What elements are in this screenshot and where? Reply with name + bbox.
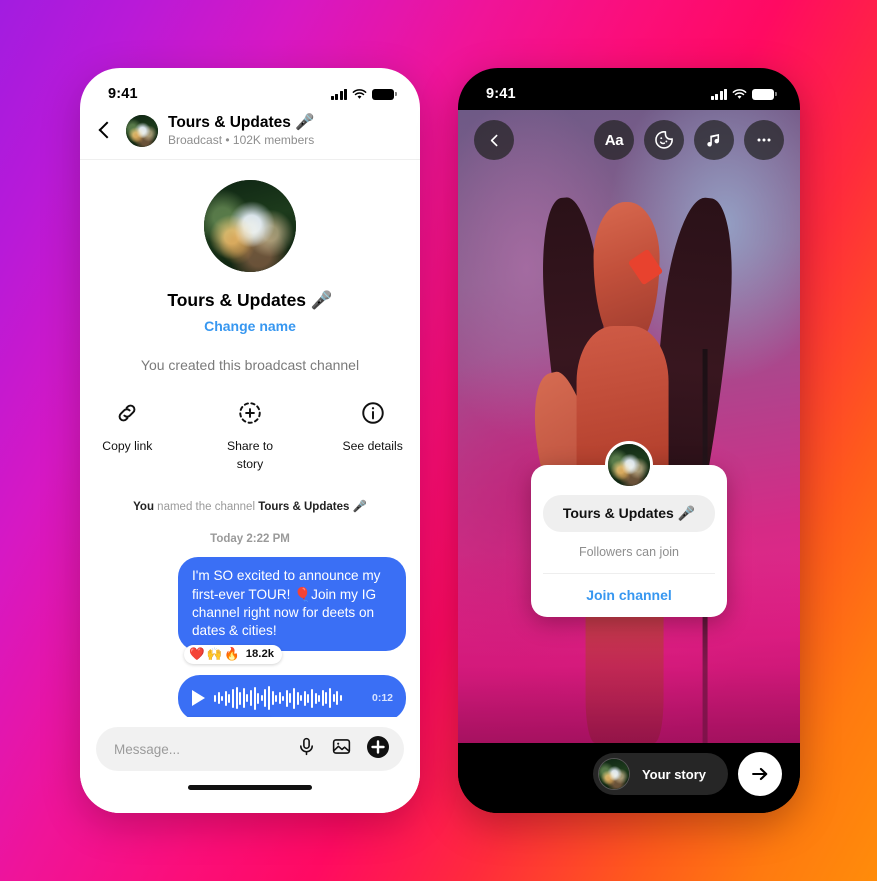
reaction-emoji: 🙌 [206, 647, 223, 662]
cellular-signal-icon [710, 88, 727, 100]
reaction-emoji: 🔥 [224, 647, 240, 662]
battery-icon [752, 88, 777, 100]
channel-avatar[interactable] [126, 114, 158, 147]
plus-icon[interactable] [366, 735, 390, 764]
share-to-story-label: Share to story [226, 439, 274, 472]
cellular-signal-icon [330, 88, 347, 100]
left-status-bar: 9:41 [80, 68, 420, 110]
photo-icon[interactable] [331, 736, 352, 762]
message-bubble-outgoing[interactable]: I'm SO excited to announce my first-ever… [178, 557, 406, 665]
join-card-subtitle: Followers can join [543, 532, 715, 574]
audio-duration: 0:12 [371, 692, 393, 705]
music-icon[interactable] [694, 120, 734, 160]
day-timestamp: Today 2:22 PM [210, 533, 290, 546]
text-tool-icon[interactable]: Aa [594, 120, 634, 160]
status-indicators [330, 88, 397, 100]
join-card-avatar [605, 441, 653, 489]
microphone-icon[interactable] [296, 736, 317, 762]
your-story-label: Your story [641, 766, 706, 782]
created-note: You created this broadcast channel [140, 357, 360, 374]
play-icon[interactable] [192, 690, 205, 707]
see-details-label: See details [342, 439, 403, 454]
composer-pill[interactable]: Message... [96, 727, 404, 771]
reaction-emoji: ❤️ [189, 647, 205, 662]
chat-subtitle: Broadcast • 102K members [168, 133, 315, 148]
right-phone-mockup: 9:41 Aa Tours & Updates 🎤 Followers can … [458, 68, 800, 813]
sticker-icon[interactable] [644, 120, 684, 160]
left-phone-mockup: 9:41 Tours & Updates 🎤 Broadcast • 102K … [80, 68, 420, 813]
system-message-middle: named the channel [153, 501, 259, 514]
channel-avatar-large[interactable] [204, 180, 296, 273]
system-message-channel: Tours & Updates 🎤 [258, 501, 367, 514]
join-card-channel-name: Tours & Updates 🎤 [543, 495, 715, 532]
message-composer: Message... [80, 717, 420, 813]
your-story-button[interactable]: Your story [592, 753, 728, 795]
text-tool-label: Aa [604, 131, 624, 149]
battery-icon [372, 88, 397, 100]
copy-link-label: Copy link [102, 439, 153, 454]
audio-waveform [214, 686, 363, 711]
add-to-story-icon [236, 399, 264, 427]
channel-actions: Copy link Share to story See details [94, 399, 406, 473]
message-input[interactable]: Message... [114, 742, 282, 757]
your-story-avatar [597, 758, 630, 790]
reaction-count: 18.2k [245, 648, 275, 661]
see-details-button[interactable]: See details [339, 399, 406, 473]
status-time: 9:41 [108, 86, 138, 102]
voice-message-bubble[interactable]: 0:12 😎 🖤 🤩 4.4k [178, 675, 406, 727]
message-row-text: I'm SO excited to announce my first-ever… [94, 557, 406, 665]
link-icon [113, 399, 141, 427]
more-options-icon[interactable] [744, 120, 784, 160]
info-icon [359, 399, 387, 427]
status-indicators [710, 88, 777, 100]
share-to-story-button[interactable]: Share to story [217, 399, 284, 473]
concert-photo [458, 110, 800, 743]
right-status-bar: 9:41 [458, 68, 800, 110]
copy-link-button[interactable]: Copy link [94, 399, 161, 473]
message-text: I'm SO excited to announce my first-ever… [192, 568, 381, 639]
reaction-pill[interactable]: ❤️ 🙌 🔥 18.2k [184, 645, 283, 665]
chat-title: Tours & Updates 🎤 [168, 114, 315, 131]
poster-canvas: 9:41 Tours & Updates 🎤 Broadcast • 102K … [0, 0, 877, 881]
system-message-actor: You [133, 501, 154, 514]
back-chevron-icon[interactable] [474, 120, 514, 160]
chat-body: Tours & Updates 🎤 Change name You create… [80, 160, 420, 727]
story-tool-group: Aa [594, 120, 784, 160]
wifi-icon [732, 88, 747, 99]
system-message: You named the channel Tours & Updates 🎤 [94, 499, 406, 513]
status-time: 9:41 [486, 86, 516, 102]
join-channel-button[interactable]: Join channel [543, 574, 715, 617]
chat-header: Tours & Updates 🎤 Broadcast • 102K membe… [80, 110, 420, 161]
channel-intro: Tours & Updates 🎤 Change name You create… [94, 160, 406, 373]
join-channel-card: Tours & Updates 🎤 Followers can join Joi… [531, 441, 727, 617]
message-row-audio: 0:12 😎 🖤 🤩 4.4k [94, 675, 406, 727]
story-toolbar: Aa [458, 120, 800, 160]
change-name-link[interactable]: Change name [94, 318, 406, 334]
send-button[interactable] [738, 752, 782, 796]
arrow-right-icon [752, 767, 768, 781]
channel-name: Tours & Updates 🎤 [167, 290, 333, 311]
home-indicator [188, 785, 312, 790]
story-viewer: Aa Tours & Updates 🎤 Followers can join … [458, 110, 800, 743]
wifi-icon [352, 88, 367, 99]
back-chevron-icon[interactable] [94, 120, 116, 142]
chat-header-text: Tours & Updates 🎤 Broadcast • 102K membe… [168, 114, 314, 147]
story-bottom-bar: Your story [458, 743, 800, 813]
